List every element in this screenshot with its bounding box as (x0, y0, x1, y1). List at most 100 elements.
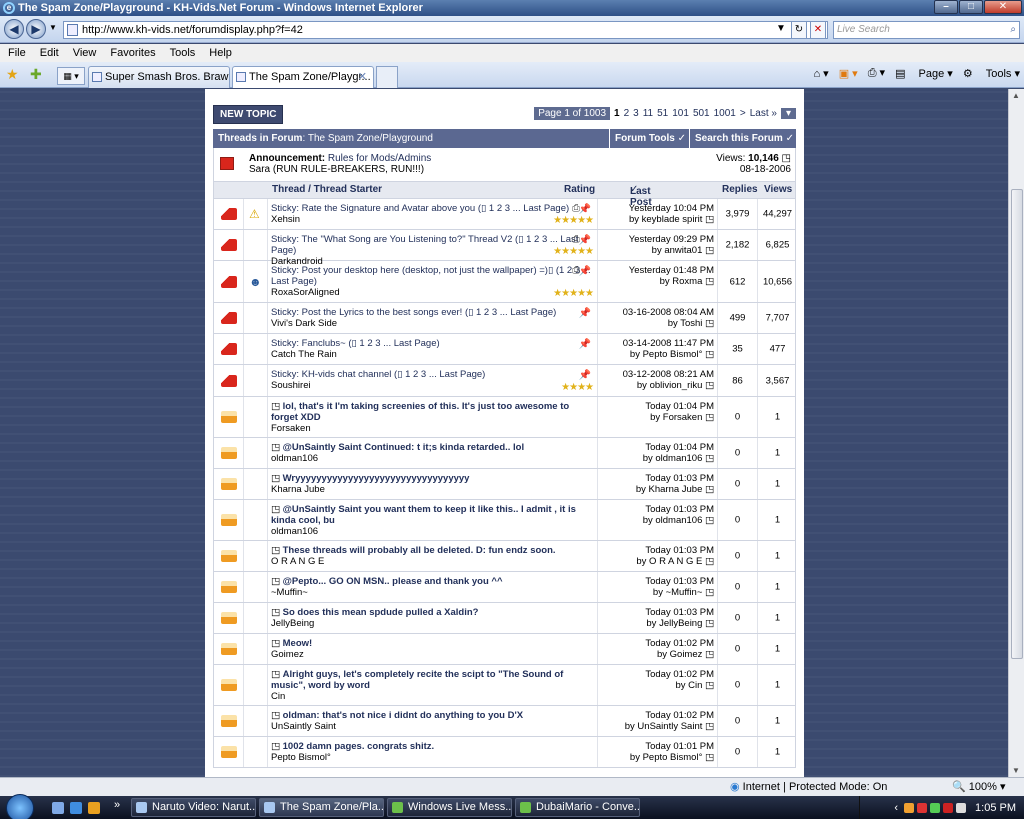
col-last-post[interactable]: Last Post ✓ (630, 184, 652, 208)
thread-title[interactable]: Sticky: Rate the Signature and Avatar ab… (271, 203, 569, 214)
reply-count[interactable]: 86 (718, 375, 757, 386)
new-post-icon[interactable]: ◳ (271, 442, 283, 453)
thread-title[interactable]: Meow! (283, 638, 313, 649)
minimize-button[interactable]: – (934, 0, 958, 14)
stop-button[interactable]: ✕ (810, 21, 826, 39)
last-post-by[interactable]: by ~Muffin~ ◳ (653, 587, 714, 598)
thread-title[interactable]: Alright guys, let's completely recite th… (271, 669, 563, 691)
last-post-by[interactable]: by oblivion_riku ◳ (637, 380, 714, 391)
tab-spam-zone[interactable]: The Spam Zone/Playgr... ✕ (232, 66, 374, 88)
reply-count[interactable]: 0 (718, 479, 757, 490)
thread-starter[interactable]: Cin (271, 691, 285, 702)
reply-count[interactable]: 0 (718, 412, 757, 423)
media-quicklaunch-icon[interactable] (88, 802, 100, 814)
col-thread[interactable]: Thread / Thread Starter (272, 184, 382, 195)
url-dropdown-icon[interactable]: ▼ (773, 21, 789, 39)
volume-icon[interactable] (956, 802, 967, 813)
new-post-icon[interactable]: ◳ (271, 710, 283, 721)
tab-close-icon[interactable]: ✕ (358, 67, 367, 87)
thread-title[interactable]: @UnSaintly Saint you want them to keep i… (271, 504, 576, 526)
feeds-icon[interactable]: ▣ ▾ (839, 67, 858, 80)
quicklaunch-more-icon[interactable]: » (114, 799, 120, 811)
print-icon[interactable]: ⎙ ▾ (868, 66, 885, 80)
start-button[interactable] (6, 794, 34, 819)
last-post-by[interactable]: by Kharna Jube ◳ (636, 484, 714, 495)
home-icon[interactable]: ⌂ ▾ (813, 67, 828, 80)
menu-view[interactable]: View (73, 47, 97, 59)
show-desktop-icon[interactable] (52, 802, 64, 814)
thread-starter[interactable]: Pepto Bismol° (271, 752, 331, 763)
next-page-link[interactable]: > (740, 108, 746, 119)
tray-messenger-icon[interactable] (930, 802, 941, 813)
reply-count[interactable]: 0 (718, 448, 757, 459)
forward-button[interactable]: ▶ (26, 19, 46, 39)
thread-title[interactable]: Sticky: Post the Lyrics to the best song… (271, 307, 556, 318)
page-jump-dropdown[interactable]: ▾ (780, 108, 796, 119)
add-favorites-icon[interactable]: ✚ (30, 66, 42, 83)
scroll-down-icon[interactable]: ▼ (1012, 766, 1020, 775)
reply-count[interactable]: 0 (718, 716, 757, 727)
menu-favorites[interactable]: Favorites (110, 47, 155, 59)
reply-count[interactable]: 0 (718, 515, 757, 526)
col-views[interactable]: Views (764, 184, 792, 195)
task-naruto[interactable]: Naruto Video: Narut... (131, 798, 256, 817)
tray-network-icon[interactable] (943, 802, 954, 813)
task-messenger[interactable]: Windows Live Mess... (387, 798, 512, 817)
reply-count[interactable]: 612 (718, 276, 757, 287)
last-post-by[interactable]: by anwita01 ◳ (652, 245, 714, 256)
reply-count[interactable]: 0 (718, 680, 757, 691)
last-post-by[interactable]: by oldman106 ◳ (643, 515, 714, 526)
reply-count[interactable]: 2,182 (718, 240, 757, 251)
new-post-icon[interactable]: ◳ (271, 504, 283, 515)
thread-starter[interactable]: Kharna Jube (271, 484, 325, 495)
last-page-link[interactable]: Last » (750, 108, 777, 119)
back-button[interactable]: ◀ (4, 19, 24, 39)
tray-expand-icon[interactable]: ‹ (894, 802, 898, 814)
menu-help[interactable]: Help (209, 47, 232, 59)
thread-title[interactable]: oldman: that's not nice i didnt do anyth… (283, 710, 523, 721)
menu-file[interactable]: File (8, 47, 26, 59)
thread-starter[interactable]: UnSaintly Saint (271, 721, 336, 732)
refresh-button[interactable]: ↻ (791, 21, 807, 39)
thread-title[interactable]: Wryyyyyyyyyyyyyyyyyyyyyyyyyyyyyyyyy (283, 473, 470, 484)
thread-starter[interactable]: O R A N G E (271, 556, 324, 567)
page-link-current[interactable]: 1 (614, 108, 620, 119)
last-post-by[interactable]: by Goimez ◳ (657, 649, 714, 660)
thread-title[interactable]: @Pepto... GO ON MSN.. please and thank y… (283, 576, 503, 587)
close-button[interactable]: ✕ (984, 0, 1022, 14)
thread-starter[interactable]: Goimez (271, 649, 304, 660)
thread-title[interactable]: Sticky: KH-vids chat channel (▯ 1 2 3 ..… (271, 369, 485, 380)
reply-count[interactable]: 3,979 (718, 209, 757, 220)
new-post-icon[interactable]: ◳ (271, 401, 283, 412)
col-rating[interactable]: Rating (564, 184, 595, 195)
new-post-icon[interactable]: ◳ (271, 545, 283, 556)
vertical-scrollbar[interactable]: ▲ ▼ (1008, 89, 1024, 777)
reply-count[interactable]: 35 (718, 344, 757, 355)
task-dubaimario[interactable]: DubaiMario - Conve... (515, 798, 640, 817)
thread-starter[interactable]: JellyBeing (271, 618, 314, 629)
scrollbar-thumb[interactable] (1011, 189, 1023, 659)
thread-starter[interactable]: Forsaken (271, 423, 311, 434)
last-post-by[interactable]: by O R A N G E ◳ (636, 556, 714, 567)
go-to-post-icon[interactable]: ◳ (782, 153, 791, 164)
new-post-icon[interactable]: ◳ (271, 669, 283, 680)
search-icon[interactable]: ⌕ (1010, 22, 1016, 38)
reply-count[interactable]: 0 (718, 644, 757, 655)
thread-title[interactable]: 1002 damn pages. congrats shitz. (283, 741, 435, 752)
menu-edit[interactable]: Edit (40, 47, 59, 59)
tray-app-icon[interactable] (904, 802, 915, 813)
quick-tabs-button[interactable]: ▦ ▾ (57, 67, 85, 85)
page-link[interactable]: 501 (693, 108, 710, 119)
thread-title[interactable]: Sticky: Post your desktop here (desktop,… (271, 265, 591, 287)
thread-starter[interactable]: oldman106 (271, 453, 318, 464)
search-forum-menu[interactable]: Search this Forum ✓ (689, 129, 796, 148)
new-post-icon[interactable]: ◳ (271, 473, 283, 484)
thread-starter[interactable]: Vivi's Dark Side (271, 318, 337, 329)
thread-title[interactable]: Sticky: Fanclubs~ (▯ 1 2 3 ... Last Page… (271, 338, 440, 349)
last-post-by[interactable]: by JellyBeing ◳ (646, 618, 714, 629)
reply-count[interactable]: 0 (718, 613, 757, 624)
thread-starter[interactable]: oldman106 (271, 526, 318, 537)
page-link[interactable]: 2 (624, 108, 630, 119)
forum-tools-menu[interactable]: Forum Tools ✓ (609, 129, 689, 148)
last-post-by[interactable]: by Cin ◳ (675, 680, 714, 691)
